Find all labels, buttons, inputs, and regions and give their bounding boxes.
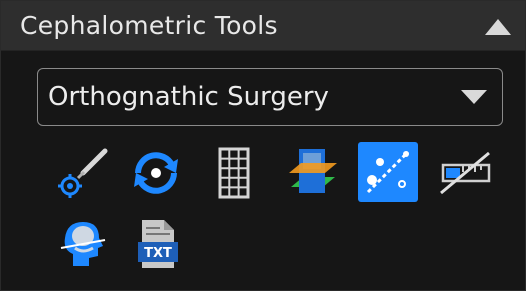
procedure-dropdown-value: Orthognathic Surgery xyxy=(48,82,329,112)
rotate-view-tool[interactable] xyxy=(126,143,186,203)
txt-export-icon: TXT xyxy=(138,220,178,268)
head-profile-icon xyxy=(60,222,106,266)
dropdown-arrow xyxy=(460,88,488,106)
txt-export-tool[interactable]: TXT xyxy=(126,214,186,274)
svg-text:TXT: TXT xyxy=(144,246,172,261)
measure-line-tool[interactable] xyxy=(358,142,418,202)
layered-planes-icon xyxy=(289,149,337,193)
panel-header[interactable]: Cephalometric Tools xyxy=(1,1,525,51)
head-profile-tool[interactable] xyxy=(53,214,113,274)
triangle-up-icon xyxy=(485,19,511,35)
ruler-disabled-icon xyxy=(440,151,491,195)
rotate-view-icon xyxy=(134,152,178,194)
grid-tool[interactable] xyxy=(204,143,264,203)
grid-icon xyxy=(218,147,250,199)
measure-line-icon xyxy=(366,150,410,194)
triangle-down-icon xyxy=(461,90,487,104)
layered-planes-tool[interactable] xyxy=(283,143,343,203)
procedure-dropdown[interactable]: Orthognathic Surgery xyxy=(37,68,503,126)
landmark-pen-tool[interactable] xyxy=(53,143,113,203)
collapse-button[interactable] xyxy=(483,14,513,38)
landmark-pen-icon xyxy=(58,148,108,198)
cephalometric-tools-panel: Cephalometric Tools Orthognathic Surgery xyxy=(0,0,526,291)
ruler-disabled-tool[interactable] xyxy=(435,143,495,203)
panel-title: Cephalometric Tools xyxy=(20,11,278,40)
